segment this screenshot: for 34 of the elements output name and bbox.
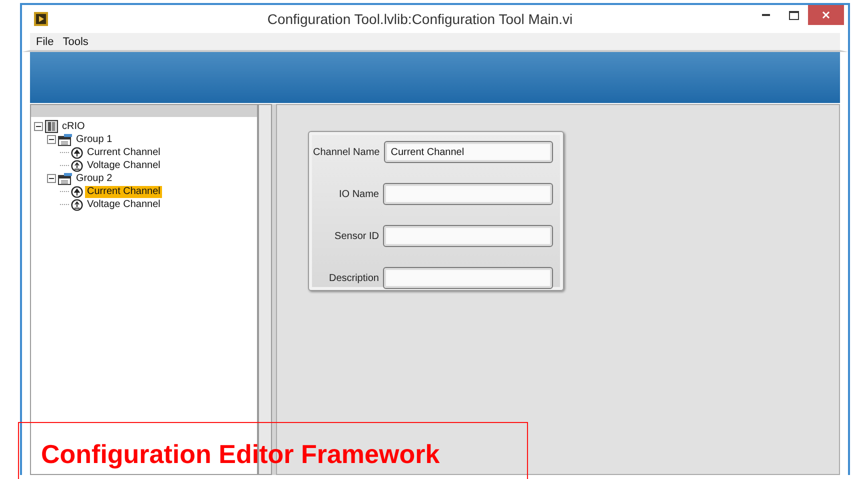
- tree-item[interactable]: Voltage Channel: [85, 198, 162, 210]
- tree-item[interactable]: Group 2: [74, 172, 114, 184]
- field-label: IO Name: [338, 188, 379, 200]
- arrow-circle-icon: [71, 160, 83, 172]
- chassis-icon: [45, 120, 58, 133]
- text-field[interactable]: [383, 225, 553, 247]
- close-button[interactable]: [808, 5, 844, 25]
- text-field[interactable]: [383, 183, 553, 205]
- tree-item[interactable]: Current Channel: [85, 186, 162, 198]
- field-label: Sensor ID: [334, 230, 379, 242]
- close-icon: [822, 11, 830, 19]
- group-icon: [58, 172, 72, 184]
- text-field[interactable]: Current Channel: [384, 141, 553, 163]
- arrow-circle-icon: [71, 186, 83, 198]
- arrow-circle-icon: [71, 198, 83, 210]
- collapse-icon[interactable]: [47, 174, 56, 183]
- text-field[interactable]: [383, 267, 553, 289]
- group-icon: [58, 134, 72, 146]
- collapse-icon[interactable]: [34, 122, 43, 131]
- app-icon: [34, 12, 48, 26]
- field-label: Channel Name: [313, 146, 380, 158]
- tree-item[interactable]: cRIO: [60, 120, 87, 132]
- tree-item[interactable]: Current Channel: [85, 146, 162, 158]
- field-label: Description: [328, 272, 379, 284]
- tree-item[interactable]: Group 1: [74, 134, 114, 146]
- collapse-icon[interactable]: [47, 135, 56, 144]
- maximize-icon: [789, 10, 799, 20]
- arrow-circle-icon: [71, 146, 83, 158]
- caption-text: Configuration Editor Framework: [41, 439, 440, 469]
- minimize-icon: [762, 14, 770, 16]
- tree-item[interactable]: Voltage Channel: [85, 160, 162, 172]
- window-title: Configuration Tool.lvlib:Configuration Tool Main.vi: [266, 11, 574, 27]
- menu-item[interactable]: Tools: [62, 36, 88, 48]
- menu-item[interactable]: File: [36, 36, 54, 48]
